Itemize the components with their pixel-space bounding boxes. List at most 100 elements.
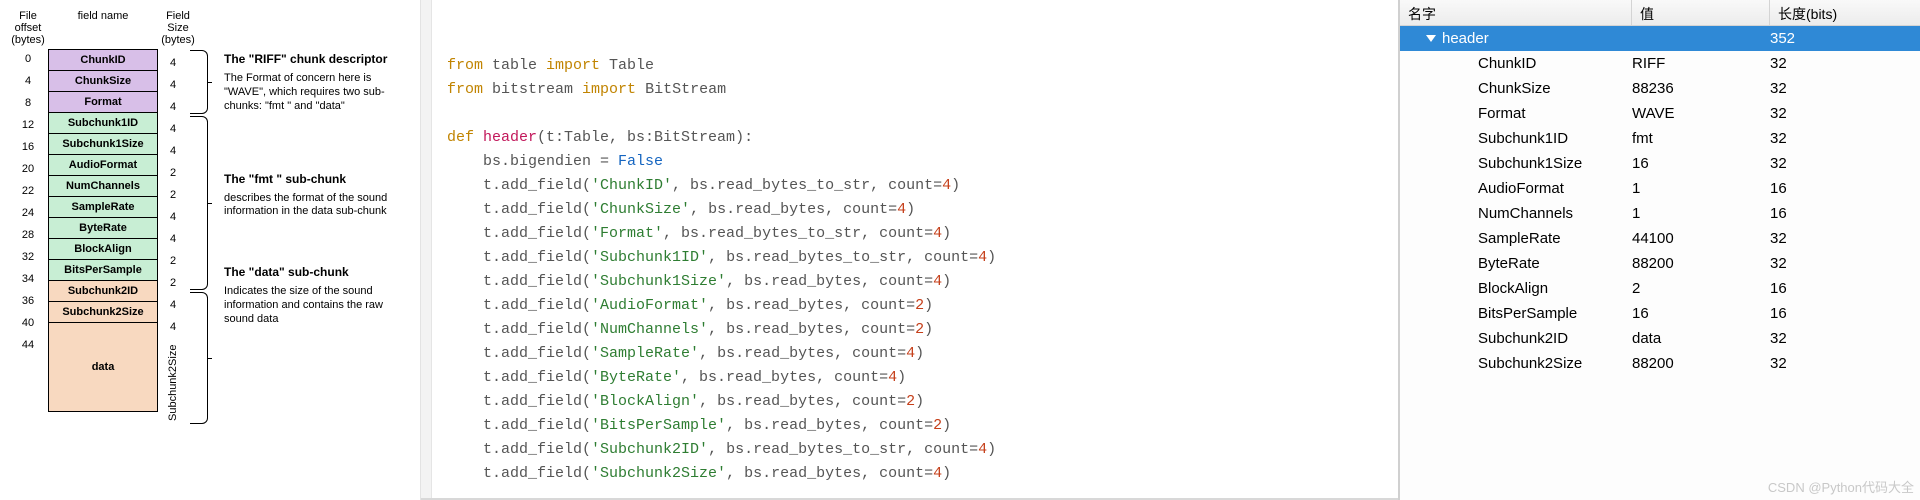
fields-column: ChunkIDChunkSizeFormatSubchunk1IDSubchun…: [48, 50, 158, 428]
brace-fmt: [190, 116, 208, 290]
offset-value: 34: [8, 272, 48, 294]
inspector-row[interactable]: BitsPerSample1616: [1400, 301, 1920, 326]
expand-collapse-icon[interactable]: [1426, 35, 1436, 42]
inspector-row[interactable]: Subchunk1IDfmt32: [1400, 126, 1920, 151]
offset-value: 44: [8, 338, 48, 360]
cell-len: 32: [1770, 80, 1920, 97]
cell-name: BitsPerSample: [1400, 305, 1632, 322]
brace-data: [190, 292, 208, 424]
field-subchunk2id: Subchunk2ID: [48, 280, 158, 302]
field-chunksize: ChunkSize: [48, 70, 158, 92]
inspector-row[interactable]: AudioFormat116: [1400, 176, 1920, 201]
size-value: 4: [158, 74, 188, 96]
inspector-row[interactable]: NumChannels116: [1400, 201, 1920, 226]
cell-len: 16: [1770, 305, 1920, 322]
code-line[interactable]: from bitstream import BitStream: [433, 78, 1398, 102]
cell-value: RIFF: [1632, 55, 1770, 72]
offset-value: 8: [8, 96, 48, 118]
cell-name: ChunkID: [1400, 55, 1632, 72]
root-name: header: [1442, 30, 1489, 47]
code-line[interactable]: t.add_field('Subchunk1Size', bs.read_byt…: [433, 270, 1398, 294]
field-format: Format: [48, 91, 158, 113]
code-line[interactable]: [433, 102, 1398, 126]
code-line[interactable]: def header(t:Table, bs:BitStream):: [433, 126, 1398, 150]
offset-value: 24: [8, 206, 48, 228]
group-descriptions: The "RIFF" chunk descriptor The Format o…: [224, 50, 396, 428]
grouping-braces: [188, 50, 224, 428]
code-line[interactable]: t.add_field('BlockAlign', bs.read_bytes,…: [433, 390, 1398, 414]
desc-fmt: The "fmt " sub-chunk describes the forma…: [224, 172, 396, 220]
code-line[interactable]: from table import Table: [433, 54, 1398, 78]
sizes-column: 4444422442244Subchunk2Size: [158, 50, 188, 428]
inspector-row[interactable]: ChunkIDRIFF32: [1400, 51, 1920, 76]
cell-name: Subchunk1Size: [1400, 155, 1632, 172]
cell-len: 16: [1770, 280, 1920, 297]
field-bitspersample: BitsPerSample: [48, 259, 158, 281]
cell-value: 1: [1632, 205, 1770, 222]
field-byterate: ByteRate: [48, 217, 158, 239]
desc-data-text: Indicates the size of the sound informat…: [224, 285, 396, 326]
col-name[interactable]: 名字: [1400, 0, 1632, 25]
inspector-panel: 名字 值 长度(bits) header 352 ChunkIDRIFF32Ch…: [1400, 0, 1920, 500]
wav-header-diagram: File offset (bytes) field name Field Siz…: [0, 0, 420, 500]
desc-fmt-text: describes the format of the sound inform…: [224, 192, 396, 220]
inspector-row[interactable]: Subchunk1Size1632: [1400, 151, 1920, 176]
size-value: 2: [158, 272, 188, 294]
code-line[interactable]: t.add_field('AudioFormat', bs.read_bytes…: [433, 294, 1398, 318]
root-len: 352: [1770, 30, 1920, 47]
cell-name: SampleRate: [1400, 230, 1632, 247]
cell-len: 32: [1770, 155, 1920, 172]
code-line[interactable]: bs.bigendien = False: [433, 150, 1398, 174]
field-subchunk1id: Subchunk1ID: [48, 112, 158, 134]
inspector-row[interactable]: Subchunk2IDdata32: [1400, 326, 1920, 351]
offset-value: 32: [8, 250, 48, 272]
field-data: data: [48, 322, 158, 412]
code-line[interactable]: t.add_field('Format', bs.read_bytes_to_s…: [433, 222, 1398, 246]
cell-name: ByteRate: [1400, 255, 1632, 272]
code-line[interactable]: t.add_field('ByteRate', bs.read_bytes, c…: [433, 366, 1398, 390]
inspector-row[interactable]: BlockAlign216: [1400, 276, 1920, 301]
inspector-row[interactable]: Subchunk2Size8820032: [1400, 351, 1920, 376]
inspector-row[interactable]: ChunkSize8823632: [1400, 76, 1920, 101]
size-value: 4: [158, 118, 188, 140]
cell-len: 16: [1770, 205, 1920, 222]
offset-value: 4: [8, 74, 48, 96]
col-len[interactable]: 长度(bits): [1770, 0, 1920, 25]
code-line[interactable]: t.add_field('Subchunk1ID', bs.read_bytes…: [433, 246, 1398, 270]
cell-name: NumChannels: [1400, 205, 1632, 222]
size-value: 2: [158, 250, 188, 272]
size-value: Subchunk2Size: [158, 338, 188, 428]
cell-name: Subchunk2Size: [1400, 355, 1632, 372]
desc-data: The "data" sub-chunk Indicates the size …: [224, 265, 396, 326]
cell-name: ChunkSize: [1400, 80, 1632, 97]
diagram-column-headers: File offset (bytes) field name Field Siz…: [8, 10, 412, 46]
code-editor[interactable]: from table import Tablefrom bitstream im…: [420, 0, 1400, 500]
inspector-root-row[interactable]: header 352: [1400, 26, 1920, 51]
field-blockalign: BlockAlign: [48, 238, 158, 260]
inspector-row[interactable]: ByteRate8820032: [1400, 251, 1920, 276]
cell-len: 32: [1770, 55, 1920, 72]
cell-name: Format: [1400, 105, 1632, 122]
offset-value: 0: [8, 52, 48, 74]
code-line[interactable]: t.add_field('Subchunk2Size', bs.read_byt…: [433, 462, 1398, 486]
inspector-row[interactable]: SampleRate4410032: [1400, 226, 1920, 251]
code-line[interactable]: t.add_field('Subchunk2ID', bs.read_bytes…: [433, 438, 1398, 462]
desc-riff-text: The Format of concern here is "WAVE", wh…: [224, 72, 396, 113]
size-value: 4: [158, 316, 188, 338]
code-line[interactable]: t.add_field('SampleRate', bs.read_bytes,…: [433, 342, 1398, 366]
inspector-row[interactable]: FormatWAVE32: [1400, 101, 1920, 126]
field-subchunk2size: Subchunk2Size: [48, 301, 158, 323]
code-line[interactable]: t.add_field('NumChannels', bs.read_bytes…: [433, 318, 1398, 342]
cell-name: BlockAlign: [1400, 280, 1632, 297]
code-line[interactable]: t.add_field('ChunkID', bs.read_bytes_to_…: [433, 174, 1398, 198]
code-line[interactable]: t.add_field('ChunkSize', bs.read_bytes, …: [433, 198, 1398, 222]
col-value[interactable]: 值: [1632, 0, 1770, 25]
cell-len: 32: [1770, 130, 1920, 147]
inspector-header: 名字 值 长度(bits): [1400, 0, 1920, 26]
cell-value: 16: [1632, 155, 1770, 172]
size-value: 4: [158, 96, 188, 118]
code-line[interactable]: t.add_field('BitsPerSample', bs.read_byt…: [433, 414, 1398, 438]
size-value: 2: [158, 184, 188, 206]
desc-riff: The "RIFF" chunk descriptor The Format o…: [224, 52, 396, 113]
cell-value: WAVE: [1632, 105, 1770, 122]
